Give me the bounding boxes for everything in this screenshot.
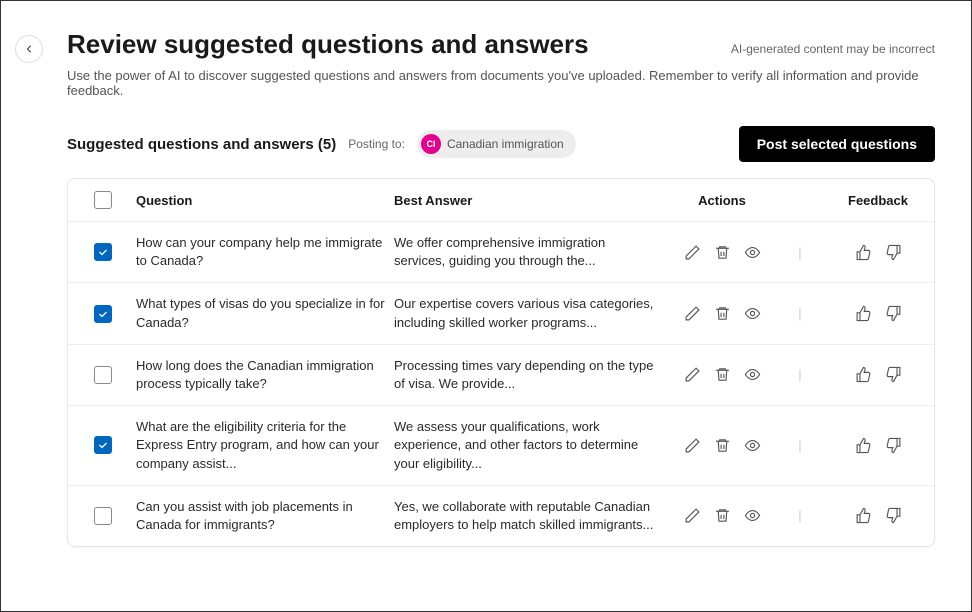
table-row: How can your company help me immigrate t…	[68, 222, 934, 283]
thumbs-down-button[interactable]	[884, 507, 902, 525]
answer-text: Yes, we collaborate with reputable Canad…	[394, 498, 654, 534]
eye-icon	[744, 305, 761, 322]
community-avatar: CI	[421, 134, 441, 154]
delete-button[interactable]	[713, 366, 731, 384]
row-checkbox[interactable]	[94, 305, 112, 323]
thumbs-up-button[interactable]	[854, 366, 872, 384]
table-row: How long does the Canadian immigration p…	[68, 345, 934, 406]
divider: |	[790, 306, 810, 321]
thumbs-up-button[interactable]	[854, 436, 872, 454]
edit-button[interactable]	[683, 243, 701, 261]
select-all-checkbox[interactable]	[94, 191, 112, 209]
divider: |	[790, 367, 810, 382]
thumbs-down-icon	[885, 507, 902, 524]
page-subtitle: Use the power of AI to discover suggeste…	[67, 68, 935, 98]
answer-text: Processing times vary depending on the t…	[394, 357, 654, 393]
answer-text: We assess your qualifications, work expe…	[394, 418, 654, 473]
trash-icon	[714, 366, 731, 383]
thumbs-up-button[interactable]	[854, 243, 872, 261]
table-row: What are the eligibility criteria for th…	[68, 406, 934, 486]
delete-button[interactable]	[713, 436, 731, 454]
back-button[interactable]	[15, 35, 43, 63]
suggested-count-label: Suggested questions and answers (5)	[67, 136, 336, 153]
community-chip[interactable]: CI Canadian immigration	[417, 130, 576, 158]
thumbs-up-icon	[855, 437, 872, 454]
edit-button[interactable]	[683, 366, 701, 384]
question-text: Can you assist with job placements in Ca…	[136, 498, 386, 534]
thumbs-up-icon	[855, 366, 872, 383]
eye-icon	[744, 507, 761, 524]
eye-icon	[744, 437, 761, 454]
question-text: What are the eligibility criteria for th…	[136, 418, 386, 473]
check-icon	[97, 246, 109, 258]
answer-text: Our expertise covers various visa catego…	[394, 295, 654, 331]
thumbs-down-button[interactable]	[884, 436, 902, 454]
thumbs-down-icon	[885, 305, 902, 322]
chevron-left-icon	[23, 43, 35, 55]
delete-button[interactable]	[713, 243, 731, 261]
thumbs-down-icon	[885, 366, 902, 383]
thumbs-up-icon	[855, 305, 872, 322]
post-selected-button[interactable]: Post selected questions	[739, 126, 935, 162]
question-text: How can your company help me immigrate t…	[136, 234, 386, 270]
divider: |	[790, 508, 810, 523]
divider: |	[790, 245, 810, 260]
page-title: Review suggested questions and answers	[67, 29, 589, 60]
community-name: Canadian immigration	[447, 137, 564, 151]
edit-button[interactable]	[683, 305, 701, 323]
check-icon	[97, 439, 109, 451]
eye-icon	[744, 366, 761, 383]
thumbs-up-icon	[855, 507, 872, 524]
row-checkbox[interactable]	[94, 436, 112, 454]
table-header-row: Question Best Answer Actions Feedback	[68, 179, 934, 222]
row-checkbox[interactable]	[94, 243, 112, 261]
thumbs-down-button[interactable]	[884, 366, 902, 384]
delete-button[interactable]	[713, 305, 731, 323]
thumbs-up-button[interactable]	[854, 305, 872, 323]
answer-text: We offer comprehensive immigration servi…	[394, 234, 654, 270]
divider: |	[790, 438, 810, 453]
thumbs-down-icon	[885, 437, 902, 454]
column-actions: Actions	[662, 193, 782, 208]
preview-button[interactable]	[743, 305, 761, 323]
pencil-icon	[684, 507, 701, 524]
pencil-icon	[684, 366, 701, 383]
preview-button[interactable]	[743, 243, 761, 261]
pencil-icon	[684, 244, 701, 261]
edit-button[interactable]	[683, 436, 701, 454]
edit-button[interactable]	[683, 507, 701, 525]
thumbs-up-icon	[855, 244, 872, 261]
eye-icon	[744, 244, 761, 261]
trash-icon	[714, 305, 731, 322]
trash-icon	[714, 507, 731, 524]
column-feedback: Feedback	[818, 193, 935, 208]
pencil-icon	[684, 305, 701, 322]
table-row: Can you assist with job placements in Ca…	[68, 486, 934, 546]
trash-icon	[714, 437, 731, 454]
posting-to-label: Posting to:	[348, 137, 405, 151]
thumbs-up-button[interactable]	[854, 507, 872, 525]
question-text: How long does the Canadian immigration p…	[136, 357, 386, 393]
column-question: Question	[136, 193, 386, 208]
question-text: What types of visas do you specialize in…	[136, 295, 386, 331]
row-checkbox[interactable]	[94, 507, 112, 525]
preview-button[interactable]	[743, 507, 761, 525]
thumbs-down-button[interactable]	[884, 243, 902, 261]
column-answer: Best Answer	[394, 193, 654, 208]
row-checkbox[interactable]	[94, 366, 112, 384]
thumbs-down-icon	[885, 244, 902, 261]
pencil-icon	[684, 437, 701, 454]
check-icon	[97, 308, 109, 320]
preview-button[interactable]	[743, 366, 761, 384]
trash-icon	[714, 244, 731, 261]
questions-table: Question Best Answer Actions Feedback Ho…	[67, 178, 935, 547]
table-row: What types of visas do you specialize in…	[68, 283, 934, 344]
ai-warning-text: AI-generated content may be incorrect	[731, 42, 935, 56]
preview-button[interactable]	[743, 436, 761, 454]
delete-button[interactable]	[713, 507, 731, 525]
thumbs-down-button[interactable]	[884, 305, 902, 323]
